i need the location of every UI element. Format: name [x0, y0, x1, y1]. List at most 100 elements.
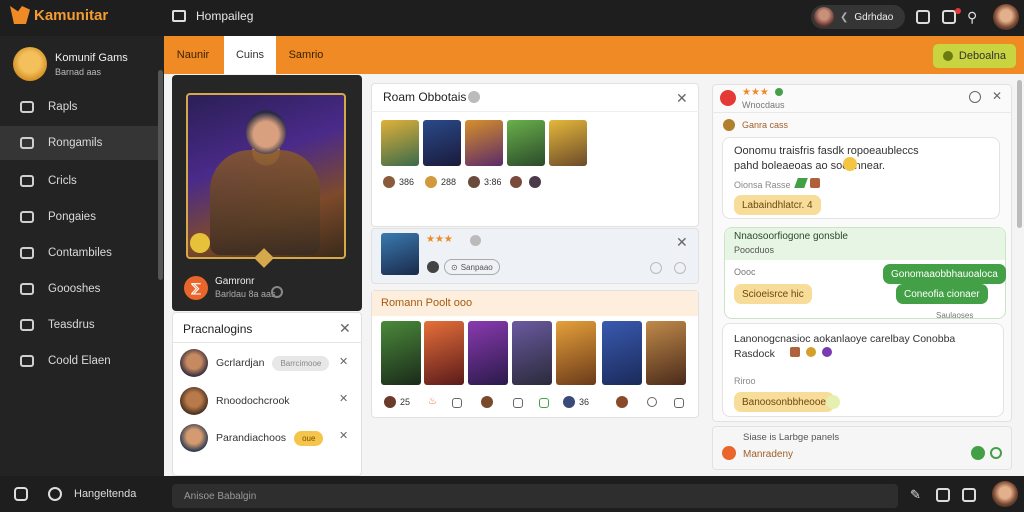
- close-icon[interactable]: ✕: [676, 90, 688, 107]
- hero-card-thumb[interactable]: [602, 321, 642, 385]
- expand-icon[interactable]: [916, 10, 930, 24]
- sidebar-item-label: Rapls: [48, 101, 78, 113]
- user-pill-label: Gdrhdao: [854, 11, 894, 23]
- tab-samrio[interactable]: Samrio: [278, 36, 334, 74]
- coin-icon: [806, 347, 816, 357]
- close-icon[interactable]: ✕: [339, 320, 351, 337]
- tab-action-button[interactable]: Deboalna: [932, 44, 1016, 68]
- history-icon[interactable]: [969, 91, 981, 103]
- pause-icon[interactable]: [14, 487, 28, 501]
- square-icon: [20, 175, 34, 187]
- tab-naunir[interactable]: Naunir: [164, 36, 222, 74]
- app-logo[interactable]: Kamunitar: [10, 6, 108, 24]
- sidebar-item-cricls[interactable]: Cricls: [0, 164, 158, 198]
- hero-card-thumb[interactable]: [646, 321, 686, 385]
- reply-chip[interactable]: Gonomaaobbhauoaloca: [883, 264, 1006, 284]
- hero-badge: ⅀: [184, 276, 208, 300]
- profile-avatar[interactable]: [992, 481, 1018, 507]
- roster-panel-title: Romann Poolt ooo: [381, 297, 473, 309]
- remove-icon[interactable]: ✕: [339, 392, 348, 405]
- input-placeholder: Anisoe Babalgin: [184, 490, 257, 502]
- check-icon[interactable]: [971, 446, 985, 460]
- avatar: [384, 396, 396, 408]
- sidebar-item-contambiles[interactable]: Contambiles: [0, 236, 158, 270]
- pen-icon[interactable]: ✎: [910, 487, 921, 503]
- badge-icon: [810, 178, 820, 188]
- featured-pill-label: Sanpaao: [460, 262, 493, 272]
- user-icon: [20, 101, 34, 113]
- message-chip-label: Banoosonbbheooe: [742, 396, 826, 408]
- chat-scrollbar[interactable]: [1017, 80, 1022, 228]
- hero-thumb[interactable]: [507, 120, 545, 166]
- home-icon: [513, 398, 523, 408]
- chat-icon[interactable]: [990, 447, 1002, 459]
- hero-card-thumb[interactable]: [381, 321, 421, 385]
- page-heading-label: Hompaileg: [196, 9, 254, 23]
- zoom-in-icon[interactable]: [674, 262, 686, 274]
- message-meta: Oionsa Rasse: [734, 180, 791, 190]
- remove-icon[interactable]: ✕: [339, 429, 348, 442]
- sidebar-item-pongaies[interactable]: Pongaies: [0, 200, 158, 234]
- hero-thumb[interactable]: [381, 233, 419, 275]
- message-chip[interactable]: Labaindhlatcr. 4: [734, 195, 821, 215]
- sidebar-item-rapls[interactable]: Rapls: [0, 90, 158, 124]
- page-heading[interactable]: Hompaileg: [172, 9, 253, 23]
- notice-title: Siase is Larbge panels: [743, 432, 840, 443]
- list-item[interactable]: Gcrlardjan Barrcimooe: [180, 349, 330, 377]
- hero-card-thumb[interactable]: [424, 321, 464, 385]
- info-icon[interactable]: [271, 286, 283, 298]
- message-input[interactable]: Anisoe Babalgin: [172, 484, 898, 508]
- hero-thumb[interactable]: [549, 120, 587, 166]
- featured-pill[interactable]: ⊙ Sanpaao: [444, 259, 500, 275]
- list-item[interactable]: Rnoodochcrook: [180, 387, 290, 415]
- list-item[interactable]: Parandiachoos oue: [180, 424, 324, 452]
- hero-head: [246, 110, 286, 154]
- user-pill[interactable]: ❮ Gdrhdao: [811, 5, 905, 29]
- search-icon[interactable]: ⚲: [967, 9, 977, 26]
- sidebar-item-label: Coold Elaen: [48, 355, 111, 367]
- close-icon[interactable]: ✕: [992, 89, 1002, 103]
- tab-cuins[interactable]: Cuins: [224, 36, 276, 74]
- hero-thumb[interactable]: [465, 120, 503, 166]
- reply-chip[interactable]: Coneofia cionaer: [896, 284, 988, 304]
- hero-card-thumb[interactable]: [556, 321, 596, 385]
- app-title: Kamunitar: [34, 6, 109, 24]
- profile-sub: Barnad aas: [55, 66, 102, 77]
- sidebar-item-teasdrus[interactable]: Teasdrus: [0, 308, 158, 342]
- sidebar-item-rongamils[interactable]: Rongamils: [0, 126, 158, 160]
- sidebar-profile[interactable]: Komunif Gams Barnad aas: [0, 36, 164, 92]
- sidebar-item-coold-elaen[interactable]: Coold Elaen: [0, 344, 158, 378]
- hero-card-thumb[interactable]: [468, 321, 508, 385]
- sidebar-item-goooshes[interactable]: Goooshes: [0, 272, 158, 306]
- settings-icon[interactable]: [48, 487, 62, 501]
- board-icon: [20, 355, 34, 367]
- hero-mini-icon: [529, 176, 541, 188]
- message-text: Lanonogcnasioc aokanlaoye carelbay Conob…: [734, 333, 956, 360]
- message-icon[interactable]: [942, 10, 956, 24]
- hero-thumb[interactable]: [423, 120, 461, 166]
- stat-item: 25: [384, 396, 410, 408]
- reaction-icon[interactable]: [826, 395, 840, 409]
- remove-icon[interactable]: ✕: [339, 355, 348, 368]
- badge-icon: [790, 347, 800, 357]
- timer-icon: [468, 176, 480, 188]
- message-text: Oonomu traisfris fasdk ropoeaubleccs pah…: [734, 145, 919, 172]
- player-name: Gcrlardjan: [216, 357, 265, 369]
- hero-card-thumb[interactable]: [512, 321, 552, 385]
- profile-avatar[interactable]: [993, 4, 1019, 30]
- stat-value: 288: [441, 177, 457, 187]
- zoom-out-icon[interactable]: [650, 262, 662, 274]
- message-chip[interactable]: Banoosonbbheooe: [734, 392, 834, 412]
- notification-badge: [955, 8, 961, 14]
- close-icon[interactable]: ✕: [676, 234, 688, 251]
- emoji-icon: [843, 157, 857, 171]
- document-icon[interactable]: [962, 488, 976, 502]
- stat-item: 3:86: [468, 176, 502, 188]
- sidebar-scrollbar[interactable]: [158, 70, 163, 280]
- fire-icon: ♨: [428, 396, 437, 407]
- hero-thumb[interactable]: [381, 120, 419, 166]
- section-chip[interactable]: Scioeisrce hic: [734, 284, 812, 304]
- shield-icon[interactable]: [936, 488, 950, 502]
- tab-label: Cuins: [235, 49, 265, 61]
- chat-stars: ★★★: [742, 87, 769, 98]
